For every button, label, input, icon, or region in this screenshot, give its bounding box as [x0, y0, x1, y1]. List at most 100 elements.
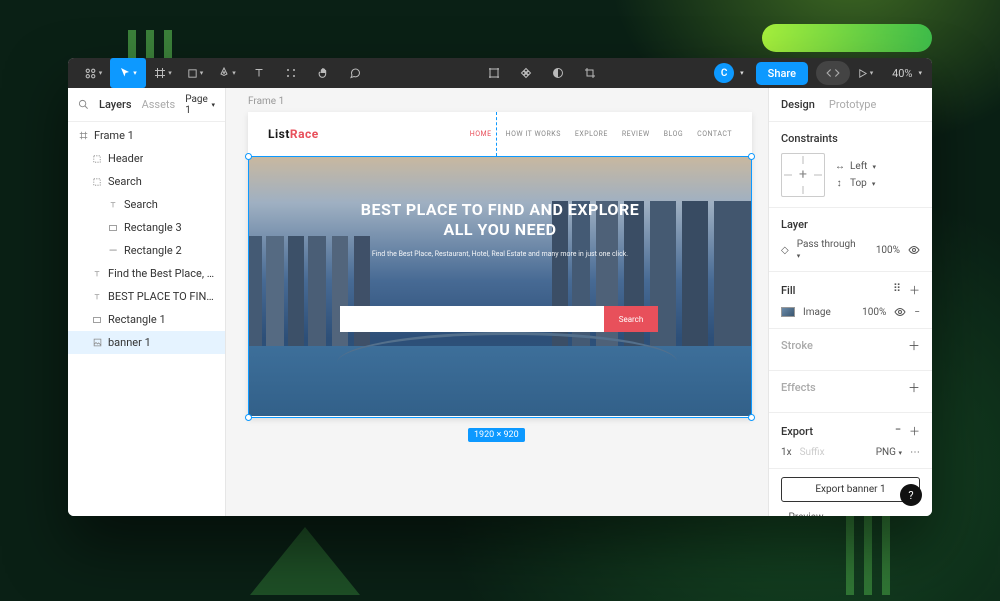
fill-styles-icon[interactable]: ⠿ — [893, 282, 901, 298]
banner-text: BEST PLACE TO FIND AND EXPLORE ALL YOU N… — [248, 200, 752, 258]
text-icon — [92, 269, 102, 279]
nav-contact: CONTACT — [697, 130, 732, 138]
constraint-v-dropdown[interactable]: ↔ Top ▾ — [835, 178, 876, 189]
line-icon: — — [108, 246, 118, 256]
frame-tool-button[interactable]: ▾ — [148, 58, 178, 88]
nav-how: HOW IT WORKS — [506, 130, 561, 138]
fill-visibility-icon[interactable] — [894, 306, 906, 318]
brand-part1: List — [268, 127, 290, 141]
banner-image[interactable]: BEST PLACE TO FIND AND EXPLORE ALL YOU N… — [248, 156, 752, 416]
layer-search-text[interactable]: Search — [68, 193, 225, 216]
export-format-label: PNG — [876, 447, 896, 458]
layer-banner1[interactable]: banner 1 — [68, 331, 225, 354]
layer-list: Frame 1 Header Search Search Rectangle 3 — [68, 122, 225, 356]
pen-tool-button[interactable]: ▾ — [212, 58, 242, 88]
canvas[interactable]: Frame 1 ListRace HOME HOW IT WORKS EXPLO… — [226, 88, 768, 516]
banner-search: Search — [340, 306, 658, 332]
layer-label: Rectangle 2 — [124, 244, 182, 257]
crop-tool-icon[interactable] — [575, 58, 605, 88]
fill-remove-icon[interactable]: − — [914, 307, 920, 318]
bg-pill — [762, 24, 932, 52]
bg-bars-right — [846, 515, 890, 595]
layer-label: Search — [108, 175, 142, 188]
effects-title: Effects — [781, 381, 816, 394]
layer-frame1[interactable]: Frame 1 — [68, 124, 225, 147]
zoom-dropdown[interactable]: 40%▾ — [892, 67, 922, 80]
group-icon — [92, 154, 102, 164]
frame-title[interactable]: Frame 1 — [248, 96, 284, 107]
component-tool-icon[interactable] — [511, 58, 541, 88]
preview-toggle[interactable]: ▸Preview — [769, 506, 932, 516]
export-remove-icon[interactable]: − — [895, 423, 901, 439]
layer-opacity[interactable]: 100% — [876, 245, 900, 256]
visibility-eye-icon[interactable] — [908, 244, 920, 256]
right-panel: Design Prototype Constraints ↔ Left ▾ ↔ … — [768, 88, 932, 516]
layer-label: BEST PLACE TO FIND AND E… — [108, 290, 217, 303]
layer-find-text[interactable]: Find the Best Place, Restaura… — [68, 262, 225, 285]
export-button[interactable]: Export banner 1 — [781, 477, 920, 502]
main-menu-button[interactable]: ▾ — [78, 58, 108, 88]
tab-design[interactable]: Design — [781, 98, 815, 111]
export-more-icon[interactable]: ⋯ — [910, 447, 920, 458]
layer-rect2[interactable]: — Rectangle 2 — [68, 239, 225, 262]
resources-button[interactable] — [276, 58, 306, 88]
layer-rect1[interactable]: Rectangle 1 — [68, 308, 225, 331]
tab-assets[interactable]: Assets — [142, 98, 176, 111]
search-input-rect — [340, 306, 604, 332]
layer-search-group[interactable]: Search — [68, 170, 225, 193]
constraints-title: Constraints — [781, 132, 920, 145]
dev-mode-toggle[interactable] — [816, 61, 850, 85]
frame-1[interactable]: ListRace HOME HOW IT WORKS EXPLORE REVIE… — [248, 112, 752, 418]
text-icon — [92, 292, 102, 302]
tab-prototype[interactable]: Prototype — [829, 98, 876, 111]
layer-header[interactable]: Header — [68, 147, 225, 170]
share-label: Share — [768, 67, 796, 80]
rect-icon — [108, 223, 118, 233]
export-scale[interactable]: 1x — [781, 447, 792, 458]
export-title: Export — [781, 425, 813, 438]
blend-mode-dropdown[interactable]: Pass through ▾ — [797, 239, 860, 261]
effects-add-icon[interactable]: ＋ — [908, 379, 920, 396]
stroke-add-icon[interactable]: ＋ — [908, 337, 920, 354]
text-tool-button[interactable] — [244, 58, 274, 88]
nav-explore: EXPLORE — [575, 130, 608, 138]
fill-swatch[interactable] — [781, 307, 795, 317]
region-tool-icon[interactable] — [479, 58, 509, 88]
fill-opacity[interactable]: 100% — [862, 307, 886, 318]
page-dropdown[interactable]: Page 1▾ — [185, 94, 215, 116]
hand-tool-button[interactable] — [308, 58, 338, 88]
layer-best-text[interactable]: BEST PLACE TO FIND AND E… — [68, 285, 225, 308]
preview-label: Preview — [789, 512, 824, 516]
text-icon — [108, 200, 118, 210]
search-icon[interactable] — [78, 99, 89, 110]
headline-1: BEST PLACE TO FIND AND EXPLORE — [361, 200, 639, 219]
fill-add-icon[interactable]: ＋ — [909, 282, 920, 298]
site-header: ListRace HOME HOW IT WORKS EXPLORE REVIE… — [248, 112, 752, 156]
fill-type[interactable]: Image — [803, 307, 831, 318]
export-format-dropdown[interactable]: PNG ▾ — [876, 447, 902, 458]
nav-blog: BLOG — [664, 130, 684, 138]
layer-rect3[interactable]: Rectangle 3 — [68, 216, 225, 239]
constraint-h-dropdown[interactable]: ↔ Left ▾ — [835, 161, 876, 172]
tab-layers[interactable]: Layers — [99, 98, 132, 111]
share-button[interactable]: Share — [756, 62, 808, 85]
user-avatar[interactable]: C — [714, 63, 734, 83]
rect-icon — [92, 315, 102, 325]
constraint-v-label: Top — [850, 178, 867, 189]
left-panel: Layers Assets Page 1▾ Frame 1 Header Sea… — [68, 88, 226, 516]
zoom-label: 40% — [892, 67, 912, 80]
layer-label: banner 1 — [108, 336, 151, 349]
mask-tool-icon[interactable] — [543, 58, 573, 88]
constraints-widget[interactable] — [781, 153, 825, 197]
export-add-icon[interactable]: ＋ — [909, 423, 920, 439]
present-button[interactable]: ▾ — [852, 58, 878, 88]
avatar-chevron-icon[interactable]: ▾ — [740, 69, 744, 77]
export-suffix-input[interactable]: Suffix — [800, 447, 825, 458]
help-button[interactable]: ? — [900, 484, 922, 506]
layer-label: Find the Best Place, Restaura… — [108, 267, 217, 280]
blend-label: Pass through — [797, 239, 856, 250]
move-tool-button[interactable]: ▾ — [110, 58, 146, 88]
shape-tool-button[interactable]: ▾ — [180, 58, 210, 88]
bg-triangle — [250, 527, 360, 595]
comment-tool-button[interactable] — [340, 58, 370, 88]
